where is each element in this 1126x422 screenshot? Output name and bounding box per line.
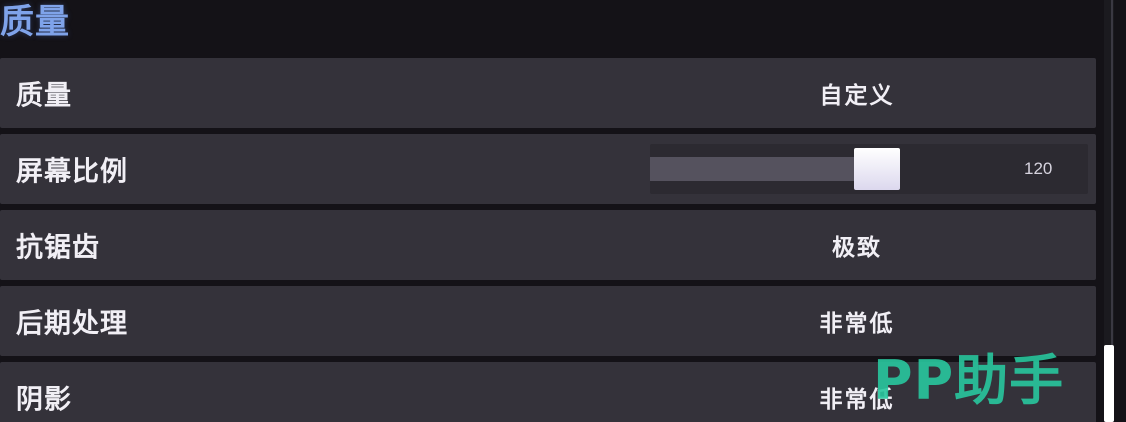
setting-label-shadows: 阴影 (16, 384, 72, 416)
graphics-settings-panel: 质量 质量 自定义 屏幕比例 120 抗锯齿 极致 后期处理 非常低 阴影 非常… (0, 0, 1126, 422)
setting-row-screen-scale: 屏幕比例 120 (0, 134, 1096, 204)
setting-value-quality[interactable]: 自定义 (820, 76, 895, 110)
pp-assistant-watermark: PP助手 (873, 349, 1065, 412)
section-title: 质量 (0, 2, 70, 42)
setting-label-anti-aliasing: 抗锯齿 (16, 232, 100, 264)
setting-row-quality[interactable]: 质量 自定义 (0, 58, 1096, 128)
setting-label-quality: 质量 (16, 80, 72, 112)
slider-thumb[interactable] (854, 148, 900, 190)
scrollbar-thumb[interactable] (1104, 345, 1114, 422)
slider-value: 120 (1024, 159, 1053, 178)
setting-label-post-processing: 后期处理 (16, 308, 128, 340)
screen-scale-slider[interactable]: 120 (650, 144, 1088, 194)
slider-fill (650, 157, 877, 181)
setting-value-post-processing[interactable]: 非常低 (820, 304, 895, 338)
setting-value-anti-aliasing[interactable]: 极致 (832, 228, 882, 262)
setting-row-anti-aliasing[interactable]: 抗锯齿 极致 (0, 210, 1096, 280)
setting-label-screen-scale: 屏幕比例 (16, 156, 128, 188)
